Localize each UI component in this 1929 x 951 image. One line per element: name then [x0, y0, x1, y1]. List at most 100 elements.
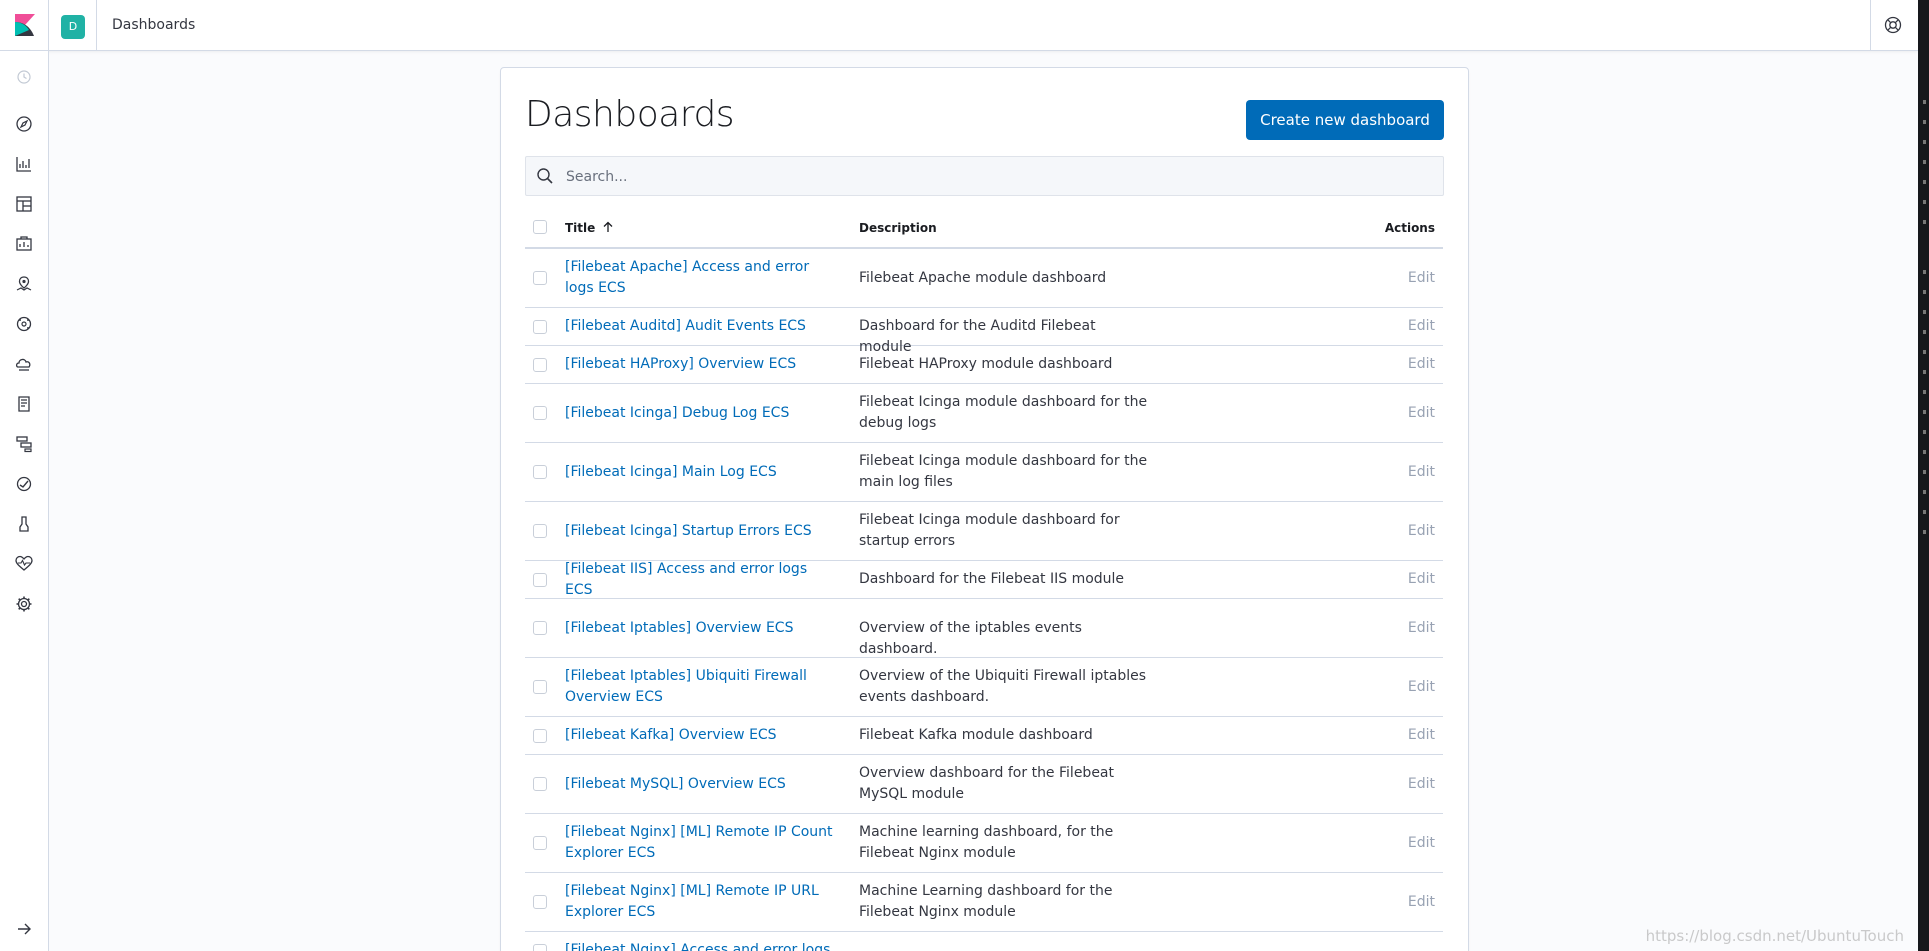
row-checkbox[interactable] [533, 406, 547, 420]
dev-tools-icon[interactable] [15, 515, 33, 533]
edit-action-link[interactable]: Edit [1408, 356, 1435, 372]
table-row: [Filebeat Icinga] Debug Log ECS Filebeat … [525, 384, 1443, 443]
discover-compass-icon[interactable] [15, 115, 33, 133]
table-row: [Filebeat Icinga] Main Log ECS Filebeat I… [525, 443, 1443, 502]
machine-learning-icon[interactable] [15, 315, 33, 333]
top-header: D Dashboards [0, 0, 1918, 51]
title-column-label: Title [565, 221, 596, 235]
terminal-edge [1918, 0, 1929, 951]
search-icon [537, 168, 553, 184]
search-bar [525, 156, 1444, 196]
row-checkbox[interactable] [533, 680, 547, 694]
dashboard-description: Machine Learning dashboard for the Fileb… [859, 883, 1113, 920]
dashboard-icon[interactable] [15, 195, 33, 213]
dashboard-title-link[interactable]: [Filebeat Iptables] Ubiquiti Firewall Ov… [565, 666, 835, 708]
row-checkbox[interactable] [533, 465, 547, 479]
watermark: https://blog.csdn.net/UbuntuTouch [1645, 927, 1904, 945]
page-title: Dashboards [525, 94, 735, 135]
row-checkbox[interactable] [533, 836, 547, 850]
kibana-app: D Dashboards Dashboards Create new dashb… [0, 0, 1918, 951]
expand-arrow-icon[interactable] [15, 920, 33, 938]
dashboard-title-link[interactable]: [Filebeat Kafka] Overview ECS [565, 725, 835, 746]
select-all-checkbox[interactable] [533, 220, 547, 234]
space-avatar[interactable]: D [61, 15, 85, 39]
dashboard-description: Overview of the Ubiquiti Firewall iptabl… [859, 668, 1147, 705]
edit-action-link[interactable]: Edit [1408, 571, 1435, 587]
table-row: [Filebeat Nginx] [ML] Remote IP URL Expl… [525, 873, 1443, 932]
table-row: [Filebeat MySQL] Overview ECS Overview da… [525, 755, 1443, 814]
row-checkbox[interactable] [533, 524, 547, 538]
dashboard-description: Filebeat Icinga module dashboard for the… [859, 394, 1148, 431]
table-row: [Filebeat Icinga] Startup Errors ECS File… [525, 502, 1443, 561]
edit-action-link[interactable]: Edit [1408, 523, 1435, 539]
header-divider [96, 0, 97, 50]
row-checkbox[interactable] [533, 621, 547, 635]
row-checkbox[interactable] [533, 729, 547, 743]
table-row: [Filebeat IIS] Access and error logs ECS… [525, 561, 1443, 599]
breadcrumb: Dashboards [112, 17, 196, 33]
row-checkbox[interactable] [533, 320, 547, 334]
dashboard-title-link[interactable]: [Filebeat Nginx] Access and error logs [565, 940, 835, 951]
row-checkbox[interactable] [533, 358, 547, 372]
dashboard-title-link[interactable]: [Filebeat HAProxy] Overview ECS [565, 354, 835, 375]
table-row: [Filebeat Iptables] Overview ECS Overview… [525, 599, 1443, 658]
table-row: [Filebeat Nginx] Access and error logs [525, 932, 1443, 951]
dashboard-title-link[interactable]: [Filebeat Icinga] Main Log ECS [565, 462, 835, 483]
table-row: [Filebeat Iptables] Ubiquiti Firewall Ov… [525, 658, 1443, 717]
maps-icon[interactable] [15, 275, 33, 293]
dashboard-title-link[interactable]: [Filebeat Apache] Access and error logs … [565, 257, 835, 299]
apm-icon[interactable] [15, 435, 33, 453]
table-row: [Filebeat Kafka] Overview ECS Filebeat Ka… [525, 717, 1443, 755]
dashboard-description: Filebeat Icinga module dashboard for the… [859, 453, 1148, 490]
dashboard-description: Overview of the iptables events dashboar… [859, 620, 1082, 657]
dashboards-table: Title Description Actions [Filebeat Apac… [525, 208, 1443, 951]
help-icon[interactable] [1884, 16, 1902, 34]
edit-action-link[interactable]: Edit [1408, 620, 1435, 636]
dashboard-title-link[interactable]: [Filebeat IIS] Access and error logs ECS [565, 559, 835, 601]
dashboard-description: Filebeat Kafka module dashboard [859, 727, 1093, 743]
edit-action-link[interactable]: Edit [1408, 727, 1435, 743]
header-divider [1870, 0, 1871, 50]
edit-action-link[interactable]: Edit [1408, 464, 1435, 480]
dashboard-description: Filebeat Icinga module dashboard for sta… [859, 512, 1120, 549]
row-checkbox[interactable] [533, 895, 547, 909]
kibana-logo-icon[interactable] [13, 14, 35, 36]
recently-viewed-icon[interactable] [15, 68, 33, 86]
dashboard-title-link[interactable]: [Filebeat Iptables] Overview ECS [565, 618, 835, 639]
search-input[interactable] [564, 165, 1428, 189]
row-checkbox[interactable] [533, 271, 547, 285]
row-checkbox[interactable] [533, 573, 547, 587]
dashboard-title-link[interactable]: [Filebeat Icinga] Debug Log ECS [565, 403, 835, 424]
edit-action-link[interactable]: Edit [1408, 318, 1435, 334]
edit-action-link[interactable]: Edit [1408, 776, 1435, 792]
row-checkbox[interactable] [533, 944, 547, 951]
monitoring-icon[interactable] [15, 555, 33, 573]
sort-ascending-icon [604, 221, 613, 232]
uptime-icon[interactable] [15, 475, 33, 493]
dashboard-description: Filebeat Apache module dashboard [859, 270, 1107, 286]
row-checkbox[interactable] [533, 777, 547, 791]
edit-action-link[interactable]: Edit [1408, 270, 1435, 286]
dashboard-title-link[interactable]: [Filebeat Nginx] [ML] Remote IP URL Expl… [565, 881, 835, 923]
dashboard-title-link[interactable]: [Filebeat MySQL] Overview ECS [565, 774, 835, 795]
edit-action-link[interactable]: Edit [1408, 894, 1435, 910]
edit-action-link[interactable]: Edit [1408, 405, 1435, 421]
description-column-header: Description [859, 221, 937, 235]
infrastructure-icon[interactable] [15, 355, 33, 373]
canvas-icon[interactable] [15, 235, 33, 253]
dashboards-panel: Dashboards Create new dashboard Title De… [500, 67, 1469, 951]
table-body: [Filebeat Apache] Access and error logs … [525, 249, 1443, 951]
edit-action-link[interactable]: Edit [1408, 835, 1435, 851]
dashboard-description: Machine learning dashboard, for the File… [859, 824, 1114, 861]
table-row: [Filebeat Auditd] Audit Events ECS Dashbo… [525, 308, 1443, 355]
actions-column-header: Actions [1384, 221, 1435, 235]
dashboard-title-link[interactable]: [Filebeat Nginx] [ML] Remote IP Count Ex… [565, 822, 835, 864]
edit-action-link[interactable]: Edit [1408, 679, 1435, 695]
visualize-icon[interactable] [15, 155, 33, 173]
management-gear-icon[interactable] [15, 595, 33, 613]
create-dashboard-button[interactable]: Create new dashboard [1246, 100, 1444, 140]
dashboard-title-link[interactable]: [Filebeat Auditd] Audit Events ECS [565, 316, 835, 337]
title-column-header[interactable]: Title [565, 221, 614, 235]
logs-icon[interactable] [15, 395, 33, 413]
dashboard-title-link[interactable]: [Filebeat Icinga] Startup Errors ECS [565, 521, 835, 542]
